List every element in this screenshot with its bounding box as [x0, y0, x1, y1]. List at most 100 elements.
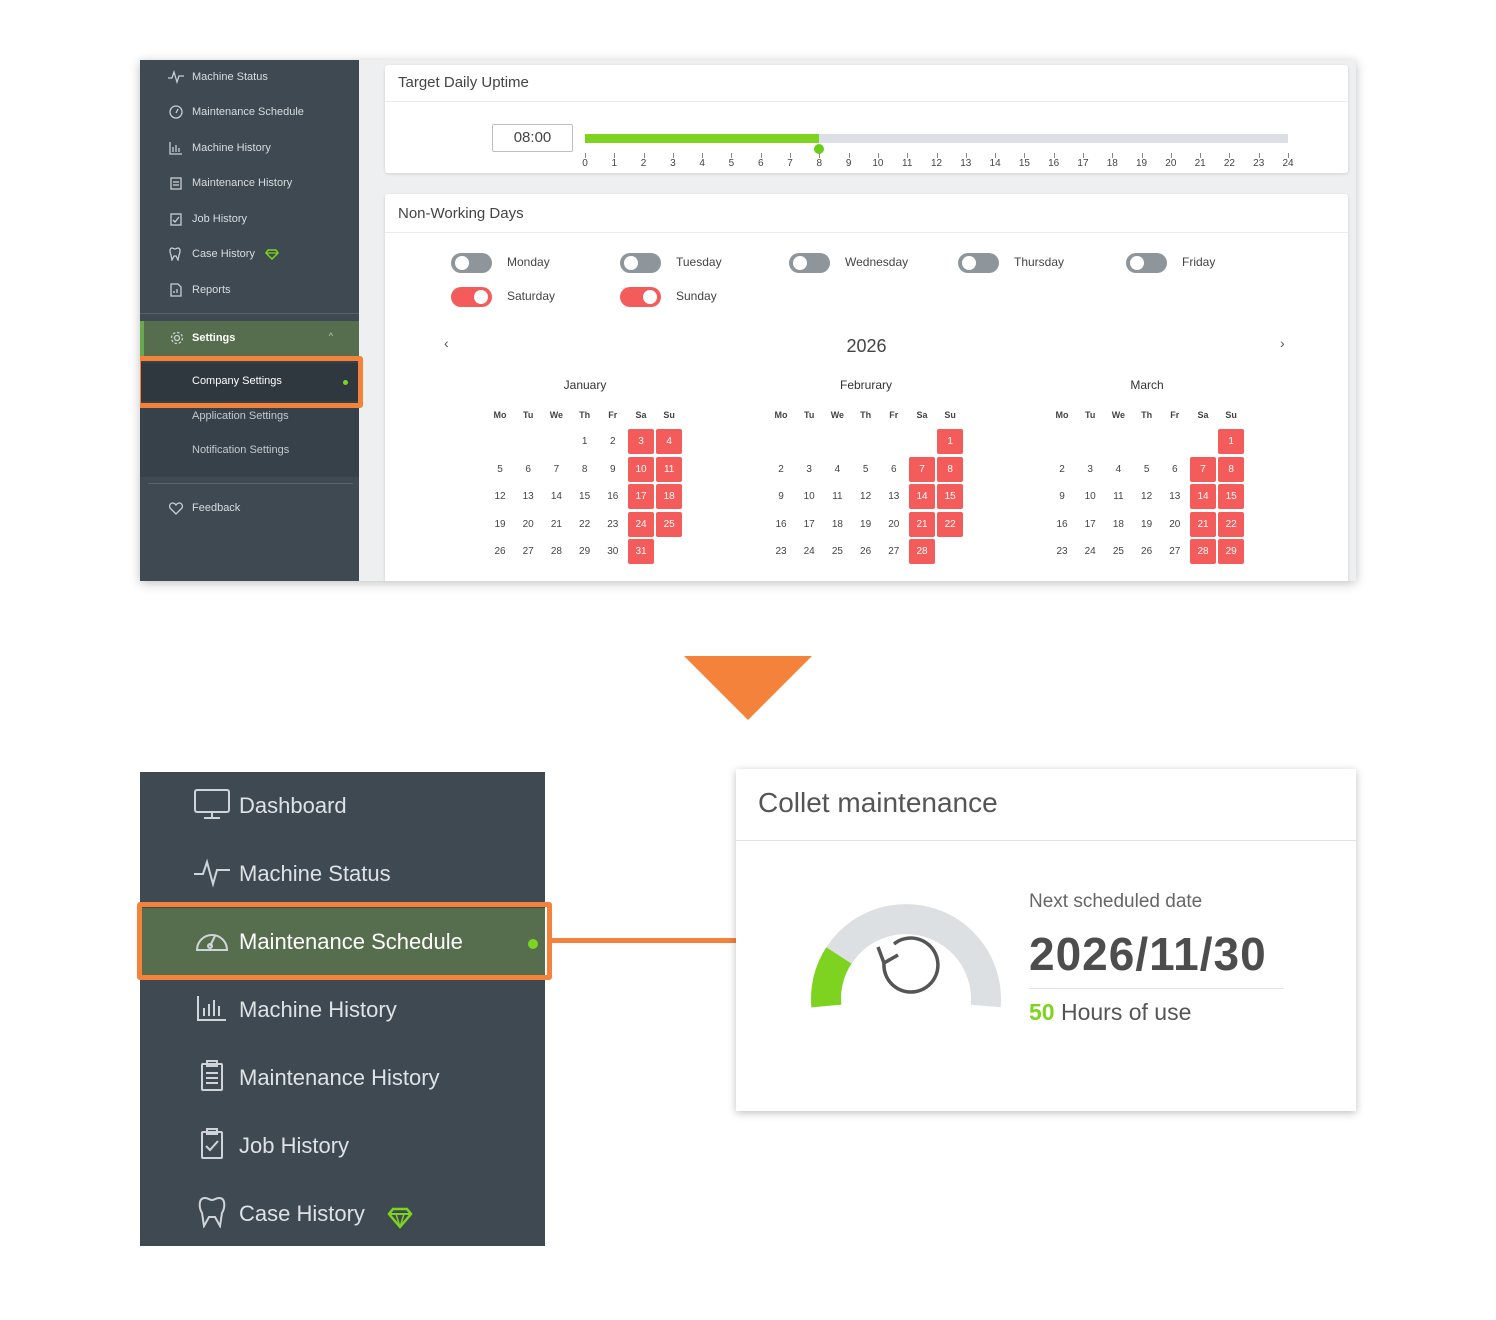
sidebar-item-machine-history[interactable]: Machine History: [168, 138, 271, 158]
sidebar-item-case-history[interactable]: Case History: [140, 1180, 545, 1248]
calendar-day[interactable]: 22: [937, 511, 964, 537]
calendar-day[interactable]: 1: [1218, 429, 1245, 454]
calendar-day[interactable]: 25: [824, 539, 850, 564]
calendar-day[interactable]: 16: [600, 484, 626, 509]
calendar-day[interactable]: 10: [628, 456, 654, 482]
sidebar-item-feedback[interactable]: Feedback: [168, 498, 240, 518]
calendar-day[interactable]: 28: [543, 539, 569, 564]
calendar-day[interactable]: 26: [1134, 539, 1160, 564]
toggle-thursday[interactable]: [958, 253, 999, 273]
calendar-day[interactable]: 24: [628, 511, 654, 537]
toggle-wednesday[interactable]: [789, 253, 830, 273]
calendar-day[interactable]: 25: [656, 511, 683, 537]
calendar-day[interactable]: 1: [937, 429, 964, 454]
calendar-day[interactable]: 4: [824, 457, 850, 482]
calendar-day[interactable]: 8: [937, 456, 964, 482]
calendar-day[interactable]: 10: [1077, 484, 1103, 509]
sidebar-item-dashboard[interactable]: Dashboard: [140, 772, 545, 840]
calendar-day[interactable]: 24: [1077, 539, 1103, 564]
calendar-day[interactable]: 4: [1105, 457, 1131, 482]
calendar-day[interactable]: 19: [487, 512, 513, 537]
calendar-day[interactable]: 23: [768, 539, 794, 564]
calendar-day[interactable]: 16: [1049, 512, 1075, 537]
calendar-day[interactable]: 11: [824, 484, 850, 509]
calendar-day[interactable]: 12: [1134, 484, 1160, 509]
calendar-day[interactable]: 2: [768, 457, 794, 482]
calendar-day[interactable]: 13: [515, 484, 541, 509]
sidebar-item-machine-status[interactable]: Machine Status: [140, 840, 545, 908]
calendar-day[interactable]: 11: [656, 456, 683, 482]
sidebar-item-case-history[interactable]: Case History: [168, 244, 279, 264]
calendar-day[interactable]: 29: [572, 539, 598, 564]
calendar-day[interactable]: 23: [1049, 539, 1075, 564]
calendar-day[interactable]: 3: [796, 457, 822, 482]
sidebar-item-maintenance-history[interactable]: Maintenance History: [140, 1044, 545, 1112]
calendar-day[interactable]: 22: [572, 512, 598, 537]
toggle-monday[interactable]: [451, 253, 492, 273]
toggle-saturday[interactable]: [451, 287, 492, 307]
calendar-day[interactable]: 9: [1049, 484, 1075, 509]
calendar-day[interactable]: 21: [909, 511, 935, 537]
calendar-day[interactable]: 8: [572, 457, 598, 482]
calendar-day[interactable]: 5: [1134, 457, 1160, 482]
uptime-slider[interactable]: [585, 134, 1288, 143]
calendar-day[interactable]: 25: [1105, 539, 1131, 564]
sidebar-item-job-history[interactable]: Job History: [168, 209, 247, 229]
sidebar-item-maintenance-schedule[interactable]: Maintenance Schedule: [168, 102, 304, 122]
calendar-day[interactable]: 5: [487, 457, 513, 482]
calendar-day[interactable]: 27: [881, 539, 907, 564]
calendar-day[interactable]: 17: [628, 484, 654, 509]
calendar-day[interactable]: 29: [1218, 539, 1245, 564]
calendar-day[interactable]: 27: [515, 539, 541, 564]
calendar-day[interactable]: 9: [600, 457, 626, 482]
calendar-day[interactable]: 19: [853, 512, 879, 537]
calendar-day[interactable]: 5: [853, 457, 879, 482]
calendar-day[interactable]: 15: [572, 484, 598, 509]
calendar-day[interactable]: 23: [600, 512, 626, 537]
calendar-day[interactable]: 13: [881, 484, 907, 509]
calendar-day[interactable]: 20: [1162, 512, 1188, 537]
calendar-day[interactable]: 12: [487, 484, 513, 509]
calendar-day[interactable]: 9: [768, 484, 794, 509]
uptime-time-input[interactable]: 08:00: [492, 124, 573, 152]
calendar-day[interactable]: 24: [796, 539, 822, 564]
toggle-sunday[interactable]: [620, 287, 661, 307]
calendar-day[interactable]: 6: [515, 457, 541, 482]
sidebar-item-reports[interactable]: Reports: [168, 280, 231, 300]
calendar-day[interactable]: 31: [628, 539, 654, 564]
calendar-day[interactable]: 16: [768, 512, 794, 537]
calendar-day[interactable]: 3: [628, 429, 654, 454]
calendar-day[interactable]: 4: [656, 429, 683, 454]
calendar-day[interactable]: 8: [1218, 456, 1245, 482]
calendar-day[interactable]: 18: [824, 512, 850, 537]
calendar-day[interactable]: 14: [909, 484, 935, 509]
calendar-day[interactable]: 6: [1162, 457, 1188, 482]
calendar-day[interactable]: 18: [656, 484, 683, 509]
calendar-day[interactable]: 20: [515, 512, 541, 537]
calendar-day[interactable]: 7: [543, 457, 569, 482]
calendar-day[interactable]: 7: [909, 456, 935, 482]
calendar-day[interactable]: 27: [1162, 539, 1188, 564]
calendar-day[interactable]: 15: [1218, 484, 1245, 509]
calendar-day[interactable]: 28: [1190, 539, 1216, 564]
calendar-day[interactable]: 19: [1134, 512, 1160, 537]
calendar-day[interactable]: 21: [543, 512, 569, 537]
calendar-day[interactable]: 2: [600, 429, 626, 454]
calendar-day[interactable]: 17: [796, 512, 822, 537]
sidebar-item-machine-history[interactable]: Machine History: [140, 976, 545, 1044]
calendar-day[interactable]: 26: [853, 539, 879, 564]
toggle-tuesday[interactable]: [620, 253, 661, 273]
calendar-day[interactable]: 14: [543, 484, 569, 509]
sidebar-item-settings[interactable]: Settings ^: [140, 321, 359, 357]
calendar-day[interactable]: 6: [881, 457, 907, 482]
calendar-day[interactable]: 1: [572, 429, 598, 454]
calendar-day[interactable]: 17: [1077, 512, 1103, 537]
calendar-day[interactable]: 22: [1218, 511, 1245, 537]
calendar-day[interactable]: 30: [600, 539, 626, 564]
sidebar-item-maintenance-history[interactable]: Maintenance History: [168, 173, 292, 193]
calendar-day[interactable]: 11: [1105, 484, 1131, 509]
calendar-day[interactable]: 21: [1190, 511, 1216, 537]
sidebar-item-machine-status[interactable]: Machine Status: [168, 67, 268, 87]
calendar-day[interactable]: 28: [909, 539, 935, 564]
calendar-day[interactable]: 3: [1077, 457, 1103, 482]
